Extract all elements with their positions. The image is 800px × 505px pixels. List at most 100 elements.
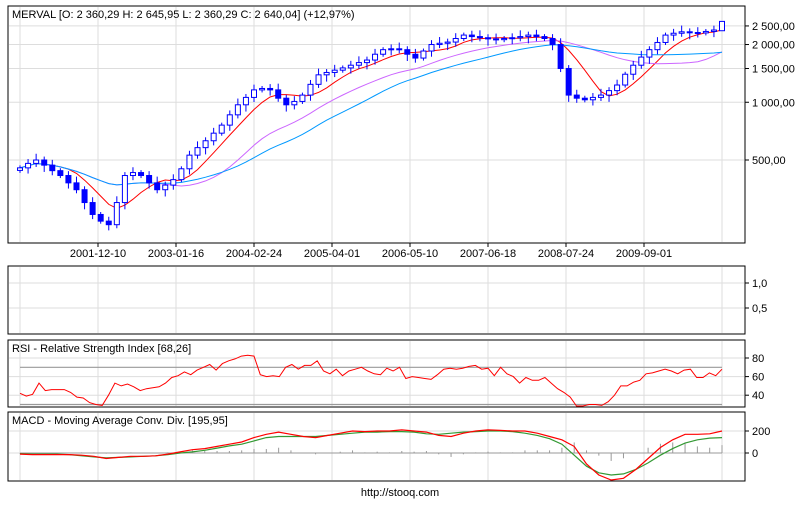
candle (347, 64, 354, 69)
candle (396, 48, 403, 51)
candle (339, 67, 346, 71)
candle (113, 202, 120, 226)
candle (146, 175, 153, 184)
candle (589, 96, 596, 101)
candle (533, 34, 540, 38)
candle (517, 36, 524, 39)
candle (234, 104, 241, 116)
candle (97, 213, 104, 222)
y-tick-label: 40 (752, 390, 764, 402)
candle (670, 32, 677, 36)
candle (275, 89, 282, 99)
candle (226, 114, 233, 126)
candle (678, 31, 685, 34)
candle (662, 34, 669, 43)
candle (646, 49, 653, 58)
candle (444, 41, 451, 44)
candle (493, 38, 500, 41)
candle (291, 100, 298, 106)
candle (719, 20, 725, 32)
candle (33, 159, 40, 164)
y-tick-label: 0,5 (752, 303, 767, 315)
x-tick-label: 2007-06-18 (460, 248, 516, 260)
candle (105, 220, 112, 226)
candle (283, 97, 290, 106)
candle (89, 202, 96, 215)
macd-panel: 200 0 MACD - Moving Average Conv. Div. [1… (7, 411, 770, 482)
price-panel: 2 500,00 2 000,00 1 500,00 1 000,00 500,00 2… (7, 5, 795, 260)
candle (694, 32, 701, 35)
candle (581, 97, 588, 101)
indicator-panel-frame (7, 265, 746, 335)
candle (565, 67, 572, 96)
candle (428, 44, 435, 52)
candle (170, 179, 177, 186)
candle (210, 132, 217, 142)
candle (259, 87, 266, 91)
candle (25, 162, 32, 169)
candle (436, 42, 443, 46)
rsi-title: RSI - Relative Strength Index [68,26] (12, 343, 191, 355)
x-tick-label: 2003-01-16 (148, 248, 204, 260)
candle (154, 182, 161, 191)
candle (412, 53, 419, 59)
candle (597, 94, 604, 98)
empty-indicator-panel: 1,0 0,5 (7, 265, 767, 335)
candle (468, 34, 475, 38)
candle (186, 154, 193, 170)
candle (194, 147, 201, 156)
candle (242, 96, 249, 106)
candle (57, 170, 64, 177)
y-tick-label: 1 000,00 (752, 97, 795, 109)
candle (331, 69, 338, 73)
candle (299, 94, 306, 102)
candle (202, 140, 209, 149)
candle (549, 37, 556, 46)
y-tick-label: 80 (752, 353, 764, 365)
y-tick-label: 500,00 (752, 155, 786, 167)
candle (557, 44, 564, 69)
candle (380, 49, 387, 55)
candle (121, 175, 128, 204)
candle (485, 37, 491, 40)
candle (606, 90, 613, 96)
candle (307, 83, 314, 96)
candle (654, 41, 661, 51)
x-tick-label: 2005-04-01 (304, 248, 360, 260)
candle (622, 73, 629, 86)
x-tick-label: 2006-05-10 (382, 248, 438, 260)
candle (363, 59, 370, 64)
candle (178, 168, 185, 181)
candle (573, 94, 580, 99)
candle (452, 37, 459, 43)
candle (509, 37, 516, 40)
candle (501, 37, 508, 41)
y-tick-label: 2 500,00 (752, 21, 795, 33)
candle (388, 48, 395, 51)
candle (686, 31, 693, 34)
candle (41, 159, 48, 166)
candle (138, 172, 145, 177)
x-tick-label: 2001-12-10 (70, 248, 126, 260)
footer-link[interactable]: http://stooq.com (361, 487, 439, 499)
candle (65, 175, 72, 184)
candle (630, 64, 637, 75)
price-title: MERVAL [O: 2 360,29 H: 2 645,95 L: 2 360… (12, 9, 355, 21)
x-tick-label: 2004-02-24 (226, 248, 282, 260)
y-tick-label: 2 000,00 (752, 40, 795, 52)
x-tick-label: 2008-07-24 (538, 248, 594, 260)
candle (323, 71, 330, 76)
y-tick-label: 200 (752, 426, 770, 438)
candle (129, 172, 136, 177)
y-tick-label: 60 (752, 372, 764, 384)
candle (420, 50, 427, 59)
candle (638, 56, 645, 66)
candle (315, 74, 322, 85)
candle (476, 36, 483, 39)
candle (17, 167, 23, 171)
candle (541, 36, 548, 39)
candle (710, 29, 717, 32)
y-tick-label: 1,0 (752, 278, 767, 290)
candle (404, 49, 411, 55)
y-tick-label: 0 (752, 448, 758, 460)
